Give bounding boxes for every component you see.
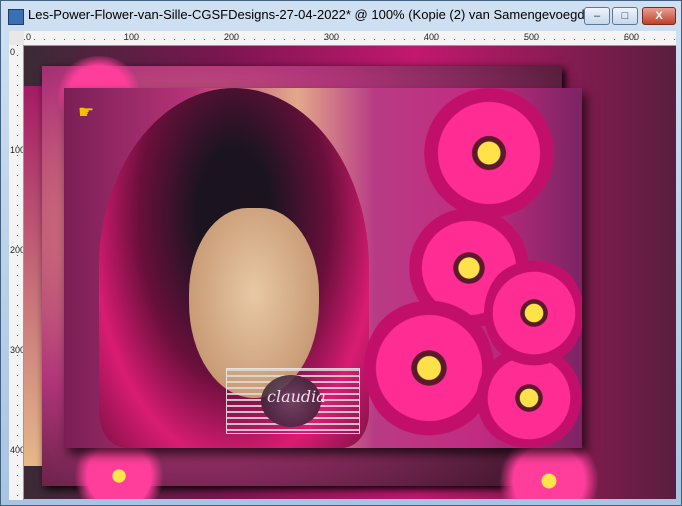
- ruler-top-label: 300: [324, 32, 340, 42]
- ruler-left-ticks: [17, 45, 18, 500]
- ruler-top-label: 200: [224, 32, 240, 42]
- minimize-icon: –: [593, 10, 601, 22]
- ruler-top-ticks: [24, 39, 676, 40]
- app-window: Les-Power-Flower-van-Sille-CGSFDesigns-2…: [0, 0, 682, 506]
- app-icon: [8, 9, 24, 25]
- image-canvas[interactable]: claudia ☛: [24, 46, 676, 499]
- flower: [364, 298, 494, 438]
- maximize-button[interactable]: □: [612, 7, 638, 25]
- ruler-top[interactable]: 0 100 200 300 400 500 600: [24, 31, 676, 46]
- ruler-top-label: 0: [26, 32, 32, 42]
- ruler-top-label: 500: [524, 32, 540, 42]
- watermark-text: claudia: [267, 387, 326, 406]
- ruler-left-label: 0: [10, 47, 16, 57]
- close-button[interactable]: X: [642, 7, 676, 25]
- front-layer: claudia ☛: [64, 88, 582, 448]
- ruler-top-label: 100: [124, 32, 140, 42]
- ruler-corner: [9, 31, 24, 45]
- maximize-icon: □: [621, 10, 629, 22]
- ruler-top-label: 400: [424, 32, 440, 42]
- ruler-top-label: 600: [624, 32, 640, 42]
- title-bar[interactable]: Les-Power-Flower-van-Sille-CGSFDesigns-2…: [1, 1, 681, 31]
- window-title: Les-Power-Flower-van-Sille-CGSFDesigns-2…: [28, 7, 589, 22]
- flower: [484, 258, 582, 368]
- hand-pointer-icon: ☛: [78, 102, 95, 122]
- flower: [424, 88, 554, 218]
- close-icon: X: [655, 10, 663, 22]
- minimize-button[interactable]: –: [584, 7, 610, 25]
- watermark-logo: claudia: [226, 368, 360, 434]
- ruler-left[interactable]: 0 100 200 300 400: [9, 45, 24, 500]
